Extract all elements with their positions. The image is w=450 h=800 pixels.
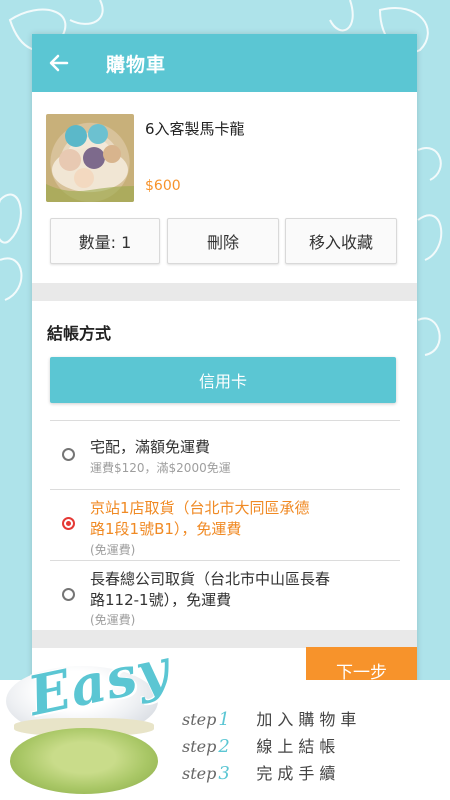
radio-store1[interactable]: [62, 517, 75, 530]
option-title-line2: 路1段1號B1），免運費: [90, 520, 242, 538]
step-text: 線上結帳: [256, 737, 341, 756]
section-divider: [32, 283, 417, 301]
arrow-left-icon: [49, 54, 69, 72]
option-subtitle: 運費$120，滿$2000免運: [90, 461, 231, 475]
back-button[interactable]: [32, 34, 86, 92]
radio-home[interactable]: [62, 448, 75, 461]
next-step-button[interactable]: 下一步: [306, 647, 417, 694]
macaron-bottom-icon: [10, 728, 158, 794]
option-title-line1: 長春總公司取貨（台北市中山區長春: [90, 570, 331, 588]
product-price: $600: [145, 178, 181, 194]
step-label: step: [182, 764, 217, 783]
product-name: 6入客製馬卡龍: [145, 120, 245, 138]
step-label: step: [182, 737, 217, 756]
product-image: [46, 114, 134, 202]
credit-card-button[interactable]: 信用卡: [50, 357, 396, 403]
step-number: 3: [218, 763, 230, 784]
delete-button[interactable]: 刪除: [167, 218, 279, 264]
option-title-line2: 路112-1號），免運費: [90, 591, 232, 609]
page-title: 購物車: [106, 53, 167, 76]
step-text: 加入購物車: [256, 710, 362, 729]
macaron-photo-icon: [46, 124, 134, 202]
step-row-2: step 2 線上結帳: [182, 733, 340, 757]
step-number: 2: [218, 736, 230, 757]
add-to-favorites-button[interactable]: 移入收藏: [285, 218, 397, 264]
checkout-title: 結帳方式: [47, 324, 112, 343]
shipping-option-home[interactable]: 宅配，滿額免運費 運費$120，滿$2000免運: [32, 421, 417, 489]
option-title-line1: 京站1店取貨（台北市大同區承德: [90, 499, 310, 517]
shipping-option-store1[interactable]: 京站1店取貨（台北市大同區承德 路1段1號B1），免運費 (免運費): [32, 490, 417, 560]
section-divider: [32, 630, 417, 648]
step-text: 完成手續: [256, 764, 341, 783]
quantity-button[interactable]: 數量: 1: [50, 218, 160, 264]
app-bar: 購物車: [32, 34, 417, 92]
step-number: 1: [218, 709, 230, 730]
step-label: step: [182, 710, 217, 729]
option-subtitle: (免運費): [90, 543, 136, 557]
option-title: 宅配，滿額免運費: [90, 438, 211, 456]
option-subtitle: (免運費): [90, 613, 136, 627]
step-row-1: step 1 加入購物車: [182, 706, 361, 730]
step-row-3: step 3 完成手續: [182, 760, 340, 784]
radio-hq[interactable]: [62, 588, 75, 601]
shipping-option-hq[interactable]: 長春總公司取貨（台北市中山區長春 路112-1號），免運費 (免運費): [32, 561, 417, 629]
